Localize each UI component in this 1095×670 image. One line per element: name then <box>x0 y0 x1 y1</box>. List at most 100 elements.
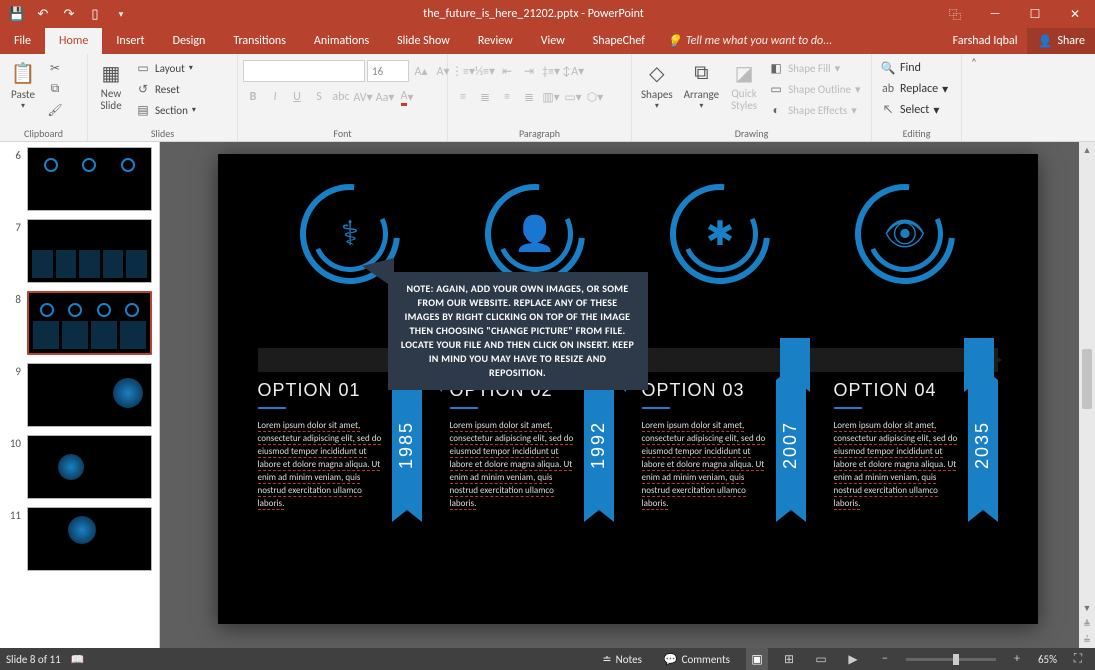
year-flag[interactable]: 1992 <box>584 380 614 510</box>
tab-insert[interactable]: Insert <box>102 28 158 54</box>
year-flag[interactable]: 1985 <box>392 380 422 510</box>
scroll-thumb[interactable] <box>1082 349 1092 409</box>
replace-button[interactable]: abReplace ▾ <box>877 79 951 99</box>
zoom-in-icon[interactable]: + <box>1006 648 1028 670</box>
tab-transitions[interactable]: Transitions <box>219 28 300 54</box>
slide-thumbnail[interactable]: 11 <box>1 503 158 575</box>
justify-button[interactable]: ≣ <box>519 86 539 108</box>
align-center-button[interactable]: ≣ <box>475 86 495 108</box>
scroll-up-icon[interactable]: ▲ <box>1079 142 1095 158</box>
layout-button[interactable]: ▭Layout ▾ <box>132 58 199 78</box>
shape-fill-button[interactable]: ◧Shape Fill ▾ <box>765 58 863 78</box>
quick-styles-button[interactable]: ◪Quick Styles <box>726 56 762 114</box>
hud-network-icon[interactable]: ✱ <box>670 184 770 284</box>
notes-button[interactable]: ≐Notes <box>596 653 647 666</box>
account-user[interactable]: Farshad Iqbal <box>943 28 1028 54</box>
new-slide-button[interactable]: ▦ New Slide <box>93 56 129 114</box>
select-button[interactable]: ↖Select ▾ <box>877 100 951 120</box>
slide-indicator[interactable]: Slide 8 of 11 <box>6 653 61 666</box>
comments-button[interactable]: 💬Comments <box>658 653 736 666</box>
increase-font-icon[interactable]: A▴ <box>411 60 431 82</box>
font-size-select[interactable]: 16 <box>367 60 409 82</box>
tab-file[interactable]: File <box>0 28 45 54</box>
slide-thumbnail[interactable]: 10 <box>1 431 158 503</box>
zoom-out-icon[interactable]: − <box>874 648 896 670</box>
italic-button[interactable]: I <box>265 86 285 108</box>
tab-view[interactable]: View <box>527 28 579 54</box>
save-icon[interactable]: 💾 <box>6 3 28 25</box>
fit-to-window-icon[interactable]: ⛶ <box>1067 648 1089 670</box>
change-case-button[interactable]: Aa▾ <box>375 86 395 108</box>
columns-button[interactable]: ▥▾ <box>541 86 561 108</box>
bullets-button[interactable]: ⋮≡▾ <box>453 60 473 82</box>
scroll-down-icon[interactable]: ▼ <box>1079 600 1095 616</box>
reading-view-icon[interactable]: ▭ <box>810 648 832 670</box>
tab-slideshow[interactable]: Slide Show <box>383 28 464 54</box>
shape-effects-button[interactable]: ◐Shape Effects ▾ <box>765 100 863 120</box>
align-right-button[interactable]: ≡ <box>497 86 517 108</box>
slide-thumbnail[interactable]: 6 <box>1 143 158 215</box>
start-from-beginning-icon[interactable]: ▯ <box>84 3 106 25</box>
instruction-callout[interactable]: NOTE: AGAIN, ADD YOUR OWN IMAGES, OR SOM… <box>388 272 648 390</box>
reset-button[interactable]: ↺Reset <box>132 79 199 99</box>
spacing-button[interactable]: AV▾ <box>353 86 373 108</box>
option-column[interactable]: OPTION 01 Lorem ipsum dolor sit amet, co… <box>258 380 422 510</box>
align-text-button[interactable]: ▭▾ <box>563 86 583 108</box>
text-direction-button[interactable]: ↕A▾ <box>563 60 583 82</box>
section-button[interactable]: ▤Section ▾ <box>132 100 199 120</box>
redo-icon[interactable]: ↷ <box>58 3 80 25</box>
maximize-icon[interactable]: ☐ <box>1015 0 1055 28</box>
hud-doctor-icon[interactable]: 👤 <box>485 184 585 284</box>
share-button[interactable]: 👤Share <box>1027 28 1095 54</box>
numbering-button[interactable]: ⅓≡▾ <box>475 60 495 82</box>
collapse-ribbon-icon[interactable]: ˄ <box>962 54 986 141</box>
tab-home[interactable]: Home <box>45 28 102 54</box>
find-button[interactable]: 🔍Find <box>877 58 951 78</box>
tab-shapechef[interactable]: ShapeChef <box>579 28 659 54</box>
strikethrough-button[interactable]: S <box>309 86 329 108</box>
bold-button[interactable]: B <box>243 86 263 108</box>
decrease-indent-button[interactable]: ⇤ <box>497 60 517 82</box>
next-slide-icon[interactable]: ≟ <box>1079 632 1095 648</box>
normal-view-icon[interactable]: ▣ <box>746 648 768 670</box>
line-spacing-button[interactable]: ‡≡▾ <box>541 60 561 82</box>
hud-eye-icon[interactable]: 👁 <box>855 184 955 284</box>
zoom-slider[interactable] <box>906 658 996 661</box>
undo-icon[interactable]: ↶ <box>32 3 54 25</box>
vertical-scrollbar[interactable]: ▲ ▼ ≜ ≟ <box>1079 142 1095 648</box>
close-icon[interactable]: ✕ <box>1055 0 1095 28</box>
shadow-button[interactable]: abc <box>331 86 351 108</box>
spellcheck-icon[interactable]: 📖 <box>71 653 85 666</box>
slide-canvas-area[interactable]: ⚕ 👤 ✱ 👁 OPTION 01 Lorem ipsum dolor sit … <box>160 142 1095 648</box>
shapes-button[interactable]: ◇Shapes▾ <box>637 56 677 113</box>
sorter-view-icon[interactable]: ⊞ <box>778 648 800 670</box>
cut-button[interactable]: ✂ <box>44 58 66 78</box>
smartart-button[interactable]: ⬡▾ <box>585 86 605 108</box>
qat-more-icon[interactable]: ▾ <box>110 3 132 25</box>
slide-thumbnail[interactable]: 7 <box>1 215 158 287</box>
tab-design[interactable]: Design <box>159 28 220 54</box>
font-family-select[interactable] <box>243 60 365 82</box>
paste-button[interactable]: 📋 Paste ▾ <box>5 56 41 113</box>
prev-slide-icon[interactable]: ≜ <box>1079 616 1095 632</box>
copy-button[interactable]: ⧉ <box>44 79 66 99</box>
arrange-button[interactable]: ⧉Arrange▾ <box>680 56 723 113</box>
ribbon-display-options-icon[interactable]: ⿻ <box>935 0 975 28</box>
tab-review[interactable]: Review <box>464 28 527 54</box>
option-column[interactable]: OPTION 02 Lorem ipsum dolor sit amet, co… <box>450 380 614 510</box>
increase-indent-button[interactable]: ⇥ <box>519 60 539 82</box>
year-flag[interactable]: 2035 <box>968 380 998 510</box>
font-color-button[interactable]: A▾ <box>397 86 417 108</box>
align-left-button[interactable]: ≡ <box>453 86 473 108</box>
tell-me-search[interactable]: 💡Tell me what you want to do... <box>659 28 840 54</box>
format-painter-button[interactable]: 🖌 <box>44 100 66 120</box>
zoom-level[interactable]: 65% <box>1038 653 1057 666</box>
tab-animations[interactable]: Animations <box>300 28 383 54</box>
option-column[interactable]: OPTION 03 Lorem ipsum dolor sit amet, co… <box>642 380 806 510</box>
slideshow-view-icon[interactable]: ▶ <box>842 648 864 670</box>
option-column[interactable]: OPTION 04 Lorem ipsum dolor sit amet, co… <box>834 380 998 510</box>
shape-outline-button[interactable]: ▭Shape Outline ▾ <box>765 79 863 99</box>
year-flag[interactable]: 2007 <box>776 380 806 510</box>
minimize-icon[interactable]: — <box>975 0 1015 28</box>
slide-thumbnail[interactable]: 9 <box>1 359 158 431</box>
